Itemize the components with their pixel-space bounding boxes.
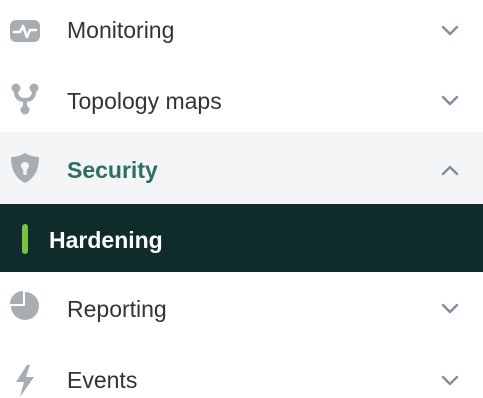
monitoring-icon <box>10 20 40 42</box>
chevron-down-icon[interactable] <box>440 24 460 38</box>
chevron-down-icon[interactable] <box>440 302 460 316</box>
chevron-down-icon[interactable] <box>440 374 460 388</box>
pie-chart-icon <box>10 291 39 320</box>
active-indicator <box>22 224 28 254</box>
chevron-up-icon[interactable] <box>440 163 460 177</box>
sidebar-menu: Monitoring Topology maps Security Harden… <box>0 0 483 397</box>
menu-item-label: Topology maps <box>67 88 222 114</box>
menu-item-topology-maps[interactable]: Topology maps <box>0 62 483 132</box>
menu-item-security[interactable]: Security <box>0 132 483 204</box>
menu-item-label: Monitoring <box>67 17 175 43</box>
submenu-item-hardening[interactable]: Hardening <box>0 204 483 272</box>
lightning-icon <box>16 365 34 397</box>
menu-item-reporting[interactable]: Reporting <box>0 272 483 342</box>
submenu-item-label: Hardening <box>49 227 163 253</box>
menu-item-label: Events <box>67 367 138 393</box>
menu-item-monitoring[interactable]: Monitoring <box>0 0 483 62</box>
topology-icon <box>11 83 39 115</box>
shield-icon <box>11 153 39 183</box>
menu-item-label: Security <box>67 157 158 183</box>
menu-item-events[interactable]: Events <box>0 342 483 397</box>
chevron-down-icon[interactable] <box>440 94 460 108</box>
menu-item-label: Reporting <box>67 296 167 322</box>
